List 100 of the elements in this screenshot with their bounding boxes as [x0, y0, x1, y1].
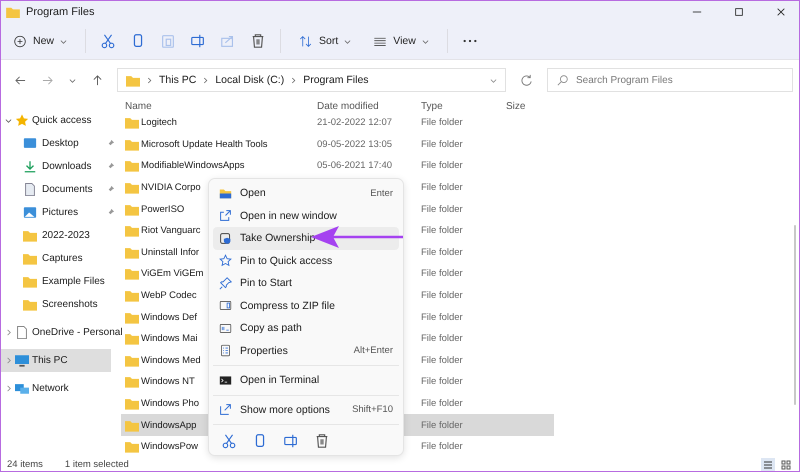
file-name[interactable]: PowerISO [141, 204, 184, 215]
sidebar-item[interactable]: Network [1, 377, 121, 400]
menu-item[interactable]: Pin to Quick access [213, 250, 399, 272]
sidebar-item[interactable]: Quick access [1, 109, 121, 132]
chevron-right-icon [147, 76, 152, 84]
menu-item[interactable]: Take Ownership [213, 227, 399, 250]
shortcut-label: Enter [370, 188, 393, 199]
breadcrumb[interactable]: Program Files [303, 74, 369, 86]
scrollbar[interactable] [794, 225, 796, 405]
back-icon[interactable] [15, 74, 26, 86]
document-icon [15, 326, 29, 339]
chevron-down-icon[interactable] [5, 117, 12, 124]
delete-icon[interactable] [250, 33, 266, 49]
file-name[interactable]: WebP Codec [141, 290, 197, 302]
menu-item[interactable]: Open in Terminal [213, 369, 399, 392]
column-header[interactable]: Size [506, 100, 566, 112]
caret-icon[interactable] [490, 76, 497, 84]
sidebar-item[interactable]: 2022-2023 [1, 224, 121, 247]
delete-icon[interactable] [314, 433, 330, 449]
up-icon[interactable] [92, 74, 103, 86]
menu-item[interactable]: Copy as path [213, 317, 399, 340]
details-view-icon[interactable] [761, 458, 775, 471]
menu-item[interactable]: Properties Alt+Enter [213, 340, 399, 362]
file-name[interactable]: WindowsApp [141, 420, 196, 431]
sidebar-item[interactable]: Example Files [1, 270, 121, 293]
caret-icon [422, 38, 429, 44]
sidebar-item[interactable]: Screenshots [1, 293, 121, 316]
folder-icon [125, 159, 139, 172]
file-name[interactable]: Windows Pho [141, 398, 200, 410]
rename-icon[interactable] [283, 433, 299, 449]
tiles-view-icon[interactable] [779, 458, 793, 471]
close-icon[interactable] [776, 7, 786, 17]
file-name[interactable]: Windows Mai [141, 333, 198, 344]
breadcrumb[interactable]: Local Disk (C:) [215, 74, 284, 86]
sidebar-item[interactable]: Desktop [1, 132, 121, 155]
menu-item[interactable]: Compress to ZIP file [213, 294, 399, 317]
rename-icon[interactable] [190, 33, 206, 49]
file-name[interactable]: ViGEm ViGEm [141, 268, 204, 280]
address-bar[interactable]: This PC Local Disk (C:) Program Files [117, 68, 506, 92]
folder-icon [125, 375, 139, 388]
file-name[interactable]: WindowsPow [141, 441, 198, 452]
file-name[interactable]: ModifiableWindowsApps [141, 160, 244, 172]
caret-icon [60, 38, 68, 44]
maximize-icon[interactable] [734, 7, 744, 17]
menu-item[interactable]: Open in new window [213, 204, 399, 227]
folder-icon [126, 74, 140, 86]
breadcrumb[interactable]: This PC [159, 74, 196, 86]
file-type: File folder [421, 398, 463, 410]
menu-item[interactable]: Pin to Start [213, 272, 399, 294]
date-modified: 21-02-2022 12:07 [317, 117, 392, 128]
properties-icon [219, 344, 232, 358]
file-name[interactable]: Riot Vanguarc [141, 225, 200, 236]
file-name[interactable]: Windows Def [141, 312, 197, 323]
view-button[interactable]: View [369, 30, 433, 52]
refresh-icon[interactable] [520, 74, 533, 86]
cut-icon[interactable] [221, 433, 237, 449]
sidebar-item[interactable]: Downloads [1, 155, 121, 178]
sidebar-item[interactable]: This PC [1, 349, 111, 372]
folder-icon [219, 186, 232, 200]
menu-item[interactable]: Open Enter [213, 182, 399, 204]
search-icon [557, 74, 569, 86]
chevron-down-icon[interactable] [69, 76, 76, 84]
plus-icon [13, 34, 27, 48]
file-name[interactable]: Windows NT [141, 376, 195, 388]
sidebar-item[interactable]: Captures [1, 247, 121, 270]
chevron-right-icon[interactable] [5, 357, 12, 364]
new-window-icon [219, 209, 232, 222]
folder-icon [125, 224, 139, 238]
desktop-icon [23, 137, 37, 150]
pin-icon [219, 276, 232, 290]
search-field[interactable]: Search Program Files [547, 68, 793, 92]
folder-icon [23, 252, 37, 265]
file-name[interactable]: Uninstall Infor [141, 246, 200, 258]
chevron-right-icon[interactable] [5, 385, 12, 392]
chevron-right-icon[interactable] [5, 329, 12, 336]
sidebar-item[interactable]: OneDrive - Personal [1, 321, 121, 344]
folder-icon [6, 6, 20, 18]
file-type: File folder [421, 160, 463, 172]
network-icon [15, 382, 29, 395]
column-header[interactable]: Date modified [317, 100, 421, 112]
folder-icon [125, 267, 139, 280]
file-type: File folder [421, 290, 463, 302]
shortcut-label: Shift+F10 [352, 404, 393, 416]
column-header[interactable]: Type [421, 100, 506, 112]
sidebar-item[interactable]: Documents [1, 178, 121, 201]
file-name[interactable]: Microsoft Update Health Tools [141, 138, 268, 150]
menu-item[interactable]: Show more options Shift+F10 [213, 398, 399, 421]
file-name[interactable]: Windows Med [141, 354, 201, 366]
more-options-icon [219, 403, 232, 416]
sort-button[interactable]: Sort [295, 30, 356, 52]
sidebar-item[interactable]: Pictures [1, 201, 121, 224]
cut-icon[interactable] [100, 33, 116, 49]
column-header[interactable]: Name [121, 100, 317, 112]
folder-icon [125, 138, 139, 151]
file-name[interactable]: Logitech [141, 117, 177, 128]
file-name[interactable]: NVIDIA Corpo [141, 182, 201, 194]
folder-icon [125, 310, 139, 324]
file-type: File folder [421, 354, 463, 366]
new-button[interactable]: New [9, 30, 72, 52]
star-icon [15, 114, 29, 127]
